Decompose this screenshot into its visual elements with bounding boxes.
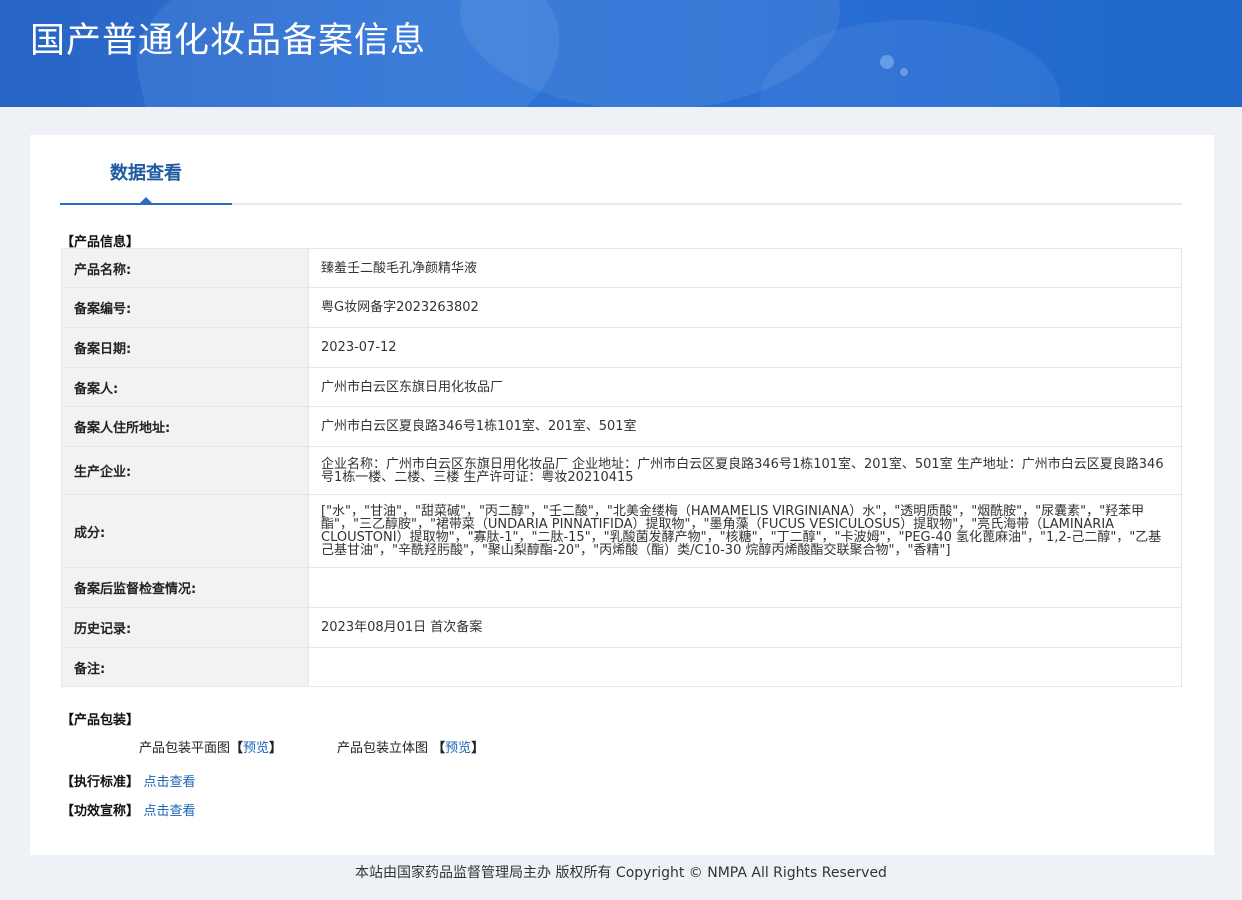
bracket-open: 【 [432,741,446,756]
table-row: 备案日期: 2023-07-12 [61,327,1182,368]
packaging-flat-preview-link[interactable]: 预览 [243,741,269,756]
row-value-product-name: 臻羞壬二酸毛孔净颜精华液 [308,248,1182,288]
efficacy-view-link[interactable]: 点击查看 [144,804,196,819]
row-value-filer-address: 广州市白云区夏良路346号1栋101室、201室、501室 [308,406,1182,447]
standard-view-link[interactable]: 点击查看 [144,775,196,790]
row-value-post-filing-inspection [308,567,1182,608]
packaging-solid-preview-link[interactable]: 预览 [445,741,471,756]
table-row: 备注: [61,647,1182,687]
row-key-ingredients: 成分: [61,494,309,568]
banner-decoration [900,68,908,76]
row-key-post-filing-inspection: 备案后监督检查情况: [61,567,309,608]
tab-bar: 数据查看 [60,160,1182,205]
row-value-filing-number: 粤G妆网备字2023263802 [308,287,1182,328]
row-value-filer: 广州市白云区东旗日用化妆品厂 [308,367,1182,407]
row-key-history: 历史记录: [61,607,309,648]
section-packaging-label: 【产品包装】 [61,713,140,728]
row-value-ingredients: ["水"，"甘油"，"甜菜碱"，"丙二醇"，"壬二酸"，"北美金缕梅（HAMAM… [308,494,1182,568]
row-key-filer-address: 备案人住所地址: [61,406,309,447]
product-info-table: 产品名称: 臻羞壬二酸毛孔净颜精华液 备案编号: 粤G妆网备字202326380… [61,248,1182,687]
row-value-remarks [308,647,1182,687]
tab-active-indicator-icon [140,197,152,203]
banner-decoration [880,55,894,69]
row-key-filer: 备案人: [61,367,309,407]
page-title: 国产普通化妆品备案信息 [30,21,427,61]
table-row: 备案人: 广州市白云区东旗日用化妆品厂 [61,367,1182,407]
row-key-filing-number: 备案编号: [61,287,309,328]
bracket-close: 】 [471,741,485,756]
row-value-history: 2023年08月01日 首次备案 [308,607,1182,648]
section-standard-label: 【执行标准】 [61,775,140,790]
packaging-flat-item: 产品包装平面图【预览】 [139,737,282,756]
bracket-open: 【 [230,741,244,756]
row-key-remarks: 备注: [61,647,309,687]
standard-row: 【执行标准】 点击查看 [61,771,196,790]
packaging-solid-item: 产品包装立体图 【预览】 [337,737,484,756]
footer-copyright: 本站由国家药品监督管理局主办 版权所有 Copyright © NMPA All… [355,865,887,881]
packaging-solid-label: 产品包装立体图 [337,741,429,756]
row-key-filing-date: 备案日期: [61,327,309,368]
table-row: 备案后监督检查情况: [61,567,1182,608]
table-row: 成分: ["水"，"甘油"，"甜菜碱"，"丙二醇"，"壬二酸"，"北美金缕梅（H… [61,494,1182,568]
table-row: 备案编号: 粤G妆网备字2023263802 [61,287,1182,328]
table-row: 历史记录: 2023年08月01日 首次备案 [61,607,1182,648]
row-key-product-name: 产品名称: [61,248,309,288]
bracket-close: 】 [269,741,283,756]
row-value-filing-date: 2023-07-12 [308,327,1182,368]
table-row: 产品名称: 臻羞壬二酸毛孔净颜精华液 [61,248,1182,288]
row-key-manufacturer: 生产企业: [61,446,309,495]
content-card: 数据查看 【产品信息】 产品名称: 臻羞壬二酸毛孔净颜精华液 备案编号: 粤G妆… [30,135,1214,855]
header-banner: 国产普通化妆品备案信息 [0,0,1242,107]
table-row: 生产企业: 企业名称：广州市白云区东旗日用化妆品厂 企业地址：广州市白云区夏良路… [61,446,1182,495]
section-efficacy-label: 【功效宣称】 [61,804,140,819]
row-value-manufacturer: 企业名称：广州市白云区东旗日用化妆品厂 企业地址：广州市白云区夏良路346号1栋… [308,446,1182,495]
table-row: 备案人住所地址: 广州市白云区夏良路346号1栋101室、201室、501室 [61,406,1182,447]
packaging-flat-label: 产品包装平面图 [139,741,231,756]
efficacy-row: 【功效宣称】 点击查看 [61,800,196,819]
